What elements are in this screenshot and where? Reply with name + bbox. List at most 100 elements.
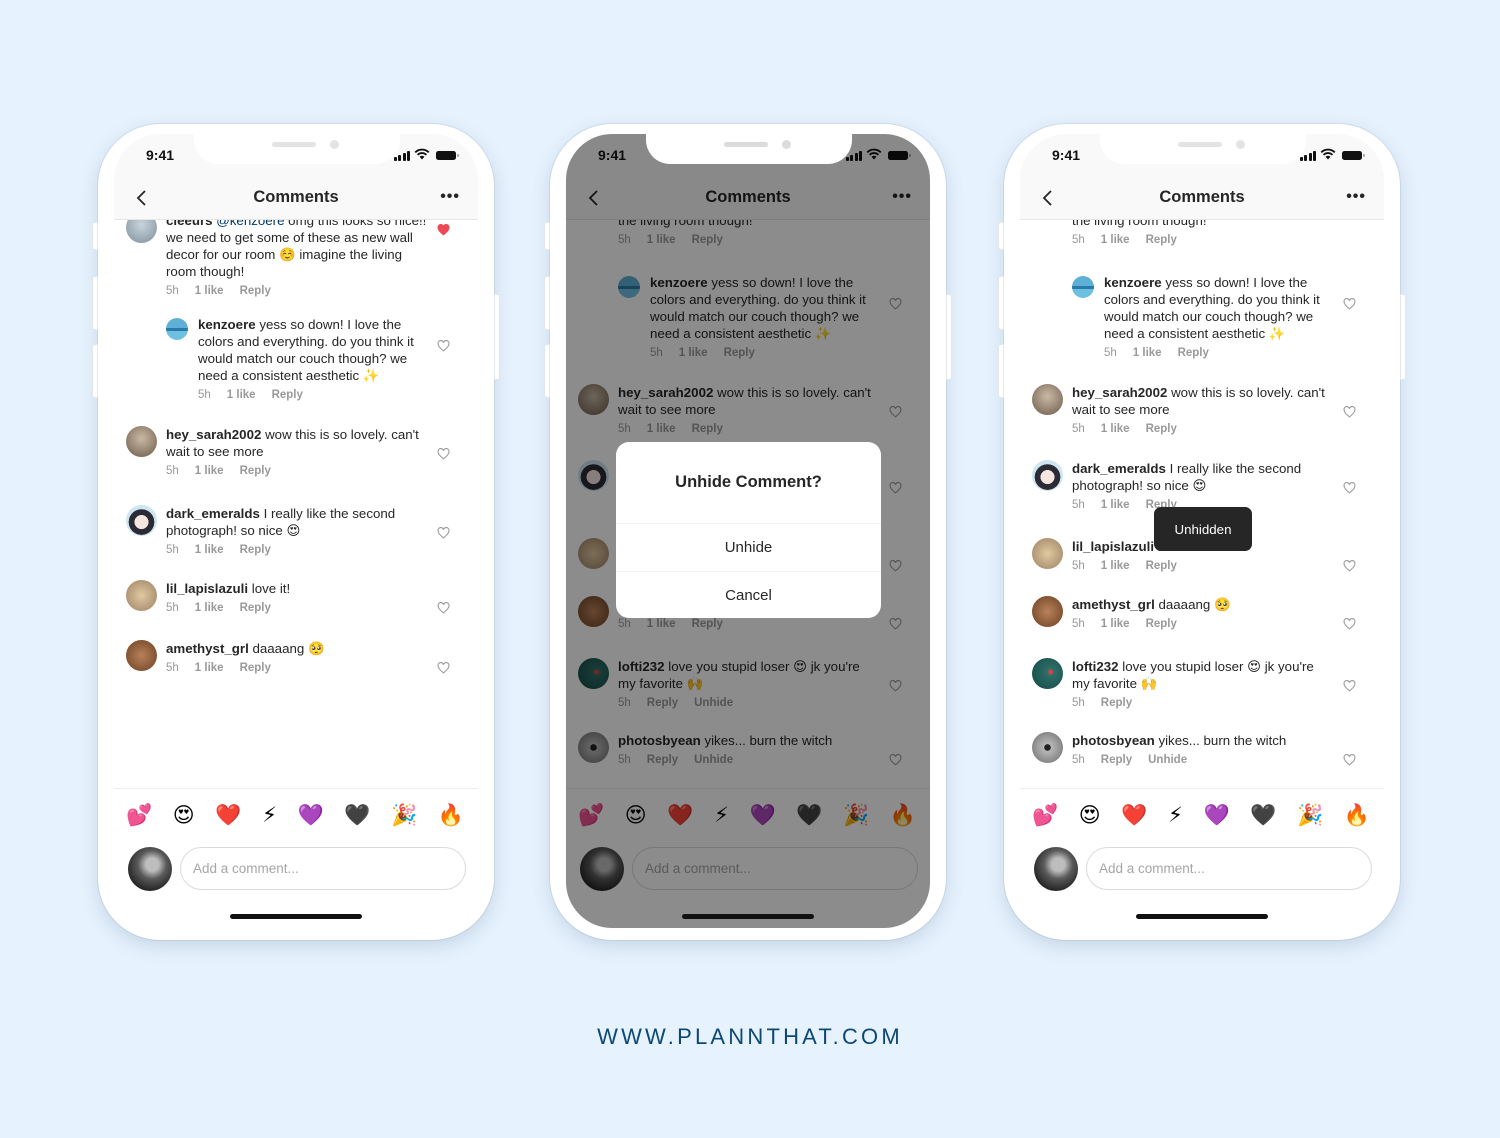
comment-username[interactable]: amethyst_grl	[166, 641, 249, 656]
user-avatar[interactable]	[1032, 538, 1063, 569]
comment-username[interactable]: cieeurs	[166, 220, 213, 228]
comment-username[interactable]: lofti232	[1072, 659, 1119, 674]
user-avatar[interactable]	[1032, 732, 1063, 763]
emoji-heart-eyes-button[interactable]: 😍	[173, 801, 195, 831]
emoji-lightning-button[interactable]: ⚡	[1168, 801, 1183, 831]
user-avatar[interactable]	[1032, 658, 1063, 689]
emoji-two-hearts-button[interactable]: 💕	[1032, 801, 1058, 831]
user-avatar[interactable]	[126, 220, 157, 243]
like-heart-icon[interactable]	[1343, 618, 1356, 630]
emoji-fire-button[interactable]: 🔥	[438, 801, 464, 831]
emoji-purple-heart-button[interactable]: 💜	[297, 801, 323, 831]
reply-link[interactable]: Reply	[240, 283, 271, 300]
unhide-button[interactable]: Unhide	[616, 524, 881, 571]
user-avatar[interactable]	[1032, 596, 1063, 627]
reply-link[interactable]: Reply	[240, 660, 271, 677]
reply-link[interactable]: Reply	[240, 542, 271, 559]
more-options-icon[interactable]: •••	[440, 188, 460, 206]
like-heart-icon[interactable]	[437, 448, 450, 460]
comment-text: kenzoere yess so down! I love the colors…	[1104, 274, 1336, 342]
comment-username[interactable]: lil_lapislazuli	[166, 581, 248, 596]
user-avatar[interactable]	[1032, 460, 1063, 491]
likes-count-link[interactable]: 1 like	[195, 660, 224, 677]
comment-text: amethyst_grl daaaang 🥺	[1072, 596, 1334, 613]
comment-message: daaaang 🥺	[1158, 597, 1231, 612]
reply-link[interactable]: Reply	[1178, 345, 1209, 362]
comment-username[interactable]: amethyst_grl	[1072, 597, 1155, 612]
user-avatar[interactable]	[126, 640, 157, 671]
like-heart-icon[interactable]	[1343, 482, 1356, 494]
emoji-fire-button[interactable]: 🔥	[1344, 801, 1370, 831]
comment-username[interactable]: photosbyean	[1072, 733, 1155, 748]
emoji-heart-eyes-button[interactable]: 😍	[1079, 801, 1101, 831]
user-avatar[interactable]	[166, 318, 188, 340]
comment-body: cieeurs @kenzoere omg this looks so nice…	[166, 220, 428, 300]
unhide-link[interactable]: Unhide	[1148, 752, 1187, 769]
emoji-purple-heart-button[interactable]: 💜	[1203, 801, 1229, 831]
user-avatar[interactable]	[126, 580, 157, 611]
like-heart-icon[interactable]	[1343, 298, 1356, 310]
comment-username[interactable]: dark_emeralds	[1072, 461, 1166, 476]
comment-username[interactable]: hey_sarah2002	[166, 427, 261, 442]
comment-username[interactable]: dark_emeralds	[166, 506, 260, 521]
reply-link[interactable]: Reply	[1146, 232, 1177, 249]
cancel-button[interactable]: Cancel	[616, 571, 881, 618]
add-comment-input[interactable]	[1086, 847, 1372, 890]
reply-link[interactable]: Reply	[240, 600, 271, 617]
user-avatar[interactable]	[1072, 276, 1094, 298]
comment-timestamp: 5h	[166, 285, 179, 297]
like-heart-icon[interactable]	[1343, 680, 1356, 692]
likes-count-link[interactable]: 1 like	[1101, 558, 1130, 575]
likes-count-link[interactable]: 1 like	[1101, 497, 1130, 514]
home-indicator[interactable]	[230, 914, 362, 919]
reply-link[interactable]: Reply	[1146, 421, 1177, 438]
user-avatar[interactable]	[1032, 384, 1063, 415]
likes-count-link[interactable]: 1 like	[1101, 421, 1130, 438]
reply-link[interactable]: Reply	[240, 463, 271, 480]
likes-count-link[interactable]: 1 like	[195, 600, 224, 617]
emoji-black-heart-button[interactable]: 🖤	[344, 801, 370, 831]
reply-link[interactable]: Reply	[1101, 695, 1132, 712]
comment-username[interactable]: hey_sarah2002	[1072, 385, 1167, 400]
comment-username[interactable]: lil_lapislazuli	[1072, 539, 1154, 554]
likes-count-link[interactable]: 1 like	[1101, 232, 1130, 249]
add-comment-input[interactable]	[180, 847, 466, 890]
reply-link[interactable]: Reply	[1146, 558, 1177, 575]
likes-count-link[interactable]: 1 like	[195, 463, 224, 480]
like-heart-icon[interactable]	[437, 340, 450, 352]
like-heart-icon[interactable]	[1343, 754, 1356, 766]
emoji-red-heart-button[interactable]: ❤️	[1121, 801, 1147, 831]
emoji-black-heart-button[interactable]: 🖤	[1250, 801, 1276, 831]
likes-count-link[interactable]: 1 like	[195, 283, 224, 300]
reply-link[interactable]: Reply	[1101, 752, 1132, 769]
emoji-two-hearts-button[interactable]: 💕	[126, 801, 152, 831]
reply-link[interactable]: Reply	[272, 387, 303, 404]
page-title: Comments	[253, 188, 339, 206]
liked-heart-icon[interactable]	[437, 224, 450, 236]
like-heart-icon[interactable]	[437, 602, 450, 614]
emoji-red-heart-button[interactable]: ❤️	[215, 801, 241, 831]
home-indicator[interactable]	[682, 914, 814, 919]
likes-count-link[interactable]: 1 like	[1133, 345, 1162, 362]
reply-link[interactable]: Reply	[1146, 616, 1177, 633]
likes-count-link[interactable]: 1 like	[195, 542, 224, 559]
user-avatar[interactable]	[126, 505, 157, 536]
more-options-icon[interactable]: •••	[1346, 188, 1366, 206]
like-heart-icon[interactable]	[437, 662, 450, 674]
comment-username[interactable]: kenzoere	[198, 317, 256, 332]
likes-count-link[interactable]: 1 like	[1101, 616, 1130, 633]
emoji-party-popper-button[interactable]: 🎉	[391, 801, 417, 831]
like-heart-icon[interactable]	[437, 527, 450, 539]
like-heart-icon[interactable]	[1343, 406, 1356, 418]
like-heart-icon[interactable]	[1343, 560, 1356, 572]
phone-screen: 9:41 Comments ••• cieeurs @kenzoere omg …	[114, 134, 478, 928]
emoji-lightning-button[interactable]: ⚡	[262, 801, 277, 831]
user-avatar[interactable]	[126, 426, 157, 457]
mention-link[interactable]: @kenzoere	[216, 220, 284, 228]
emoji-party-popper-button[interactable]: 🎉	[1297, 801, 1323, 831]
home-indicator[interactable]	[1136, 914, 1268, 919]
notch	[646, 134, 852, 164]
comment-username[interactable]: kenzoere	[1104, 275, 1162, 290]
dialog-title: Unhide Comment?	[616, 442, 881, 524]
likes-count-link[interactable]: 1 like	[227, 387, 256, 404]
